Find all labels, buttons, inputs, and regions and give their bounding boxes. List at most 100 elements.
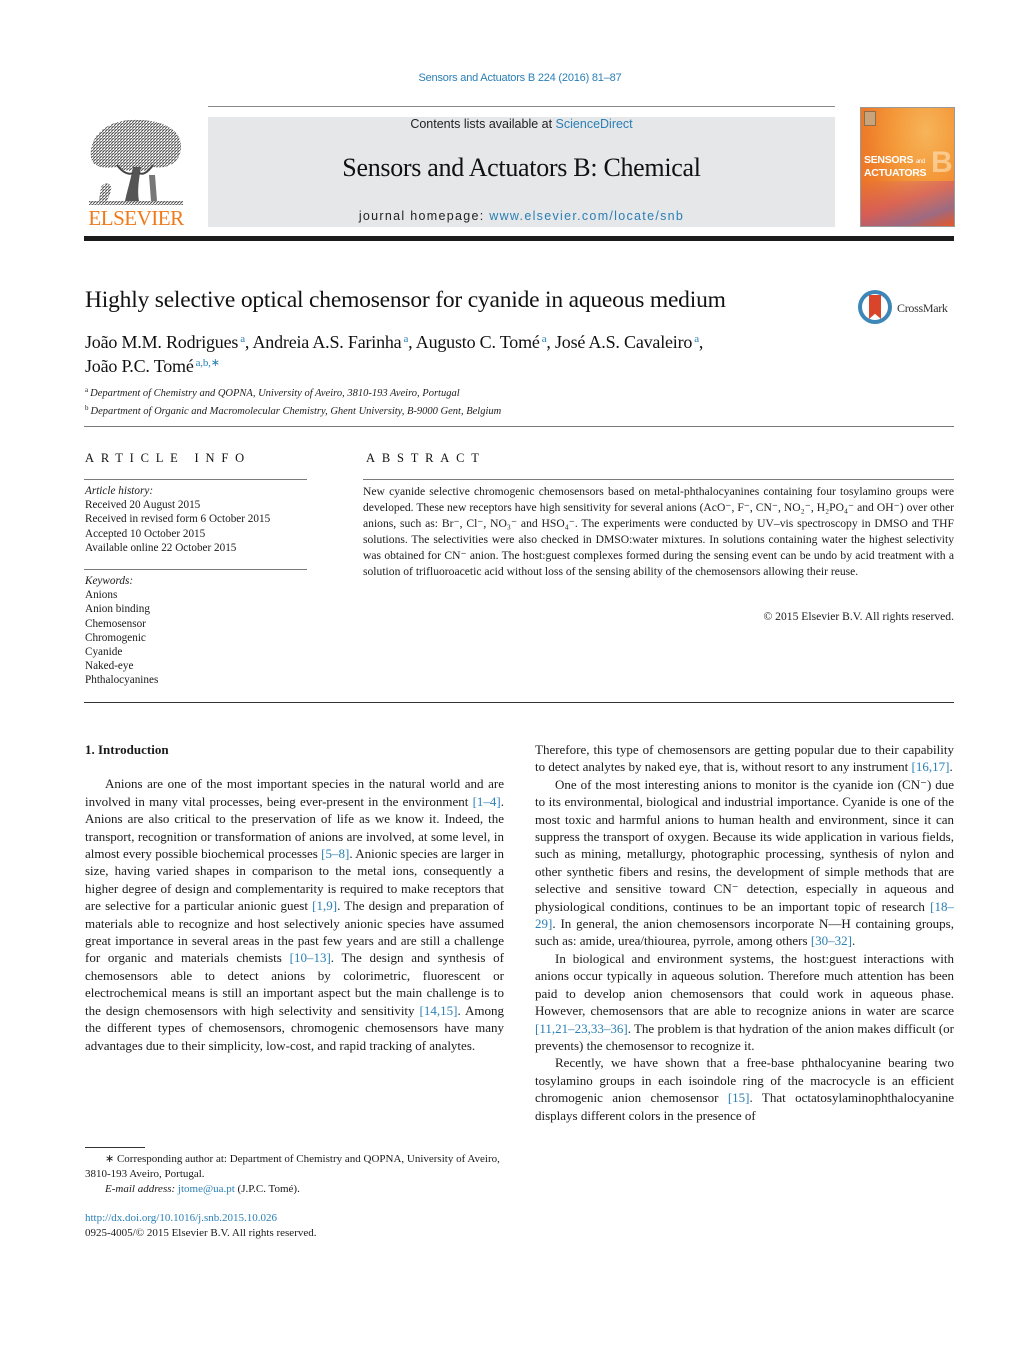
corresponding-note: ∗ Corresponding author at: Department of… (85, 1152, 505, 1182)
elsevier-wordmark: ELSEVIER (88, 206, 184, 230)
body-paragraph: Anions are one of the most important spe… (85, 776, 504, 1053)
footnote-divider (85, 1147, 145, 1148)
keyword: Anion binding (85, 603, 150, 616)
article-info-heading: ARTICLE INFO (85, 451, 251, 465)
cover-letter: B (931, 146, 953, 179)
cover-publisher-badge-icon (864, 111, 876, 126)
journal-title: Sensors and Actuators B: Chemical (342, 153, 701, 182)
journal-homepage-link[interactable]: www.elsevier.com/locate/snb (489, 209, 684, 223)
footnote-text: Corresponding author at: Department of C… (85, 1153, 500, 1180)
citation-link[interactable]: [1,9] (312, 898, 337, 913)
author[interactable]: Augusto C. Tomé a (416, 332, 547, 352)
cover-title-and: and (915, 159, 925, 165)
author-separator: , (546, 332, 555, 352)
author-affiliation-link[interactable]: a,b,∗ (196, 357, 220, 369)
body-divider (84, 702, 954, 703)
affiliation-text: Department of Organic and Macromolecular… (90, 406, 502, 417)
keywords-label: Keywords: (85, 575, 134, 587)
doi-block: http://dx.doi.org/10.1016/j.snb.2015.10.… (85, 1211, 317, 1241)
author[interactable]: João M.M. Rodrigues a (85, 332, 245, 352)
author[interactable]: José A.S. Cavaleiro a (555, 332, 699, 352)
footnote-marker: ∗ (105, 1153, 115, 1165)
author[interactable]: Andreia A.S. Farinha a (253, 332, 409, 352)
contents-prefix: Contents lists available at (410, 117, 556, 131)
keyword: Cyanide (85, 646, 123, 659)
keyword: Phthalocyanines (85, 674, 159, 687)
keyword: Chromogenic (85, 631, 146, 644)
author-name: Augusto C. Tomé (415, 332, 540, 352)
history-entry: Available online 22 October 2015 (85, 541, 237, 554)
left-paragraphs: Anions are one of the most important spe… (85, 775, 504, 1054)
author-separator: , (408, 332, 416, 352)
keywords-divider (84, 569, 307, 570)
sciencedirect-link[interactable]: ScienceDirect (556, 117, 633, 131)
body-paragraph: Recently, we have shown that a free-base… (535, 1055, 954, 1123)
corresponding-author-footnote: ∗ Corresponding author at: Department of… (85, 1152, 505, 1197)
citation-link[interactable]: [10–13] (290, 950, 331, 965)
author-name: José A.S. Cavaleiro (555, 332, 693, 352)
right-paragraphs: Therefore, this type of chemosensors are… (535, 741, 954, 1124)
author-name: Andreia A.S. Farinha (252, 332, 402, 352)
article-info-divider (84, 479, 307, 480)
crossmark-button[interactable]: CrossMark (858, 290, 958, 330)
keywords-list: Keywords: Anions Anion binding Chemosens… (85, 574, 158, 688)
author-separator: , (698, 332, 704, 352)
article-history-label: Article history: (85, 485, 154, 497)
section-heading: 1. Introduction (85, 742, 169, 757)
homepage-prefix: journal homepage: (358, 209, 490, 223)
header-thick-divider (84, 236, 954, 241)
body-column-left: 1. Introduction Anions are one of the mo… (85, 741, 504, 1054)
cover-artwork (861, 181, 954, 226)
article-history: Article history: Received 20 August 2015… (85, 484, 270, 555)
contents-line: Contents lists available at ScienceDirec… (208, 117, 835, 131)
crossmark-icon (858, 290, 892, 324)
author-separator: , (244, 332, 253, 352)
article-title: Highly selective optical chemosensor for… (85, 287, 726, 313)
body-paragraph: One of the most interesting anions to mo… (535, 776, 954, 949)
elsevier-logo[interactable]: ELSEVIER (85, 117, 187, 230)
abstract-heading: ABSTRACT (366, 451, 486, 465)
affiliation: b Department of Organic and Macromolecula… (85, 401, 501, 419)
keyword: Chemosensor (85, 617, 146, 630)
journal-cover-image[interactable]: B SENSORS and ACTUATORS (860, 107, 955, 227)
citation-link[interactable]: [5–8] (321, 846, 349, 861)
header-divider (208, 106, 835, 107)
abstract-text: New cyanide selective chromogenic chemos… (363, 485, 954, 579)
email-label: E-mail address: (105, 1183, 176, 1195)
elsevier-tree-icon (89, 119, 183, 205)
doi-link[interactable]: http://dx.doi.org/10.1016/j.snb.2015.10.… (85, 1212, 277, 1224)
citation-link[interactable]: [11,21–23,33–36] (535, 1021, 628, 1036)
journal-citation-link[interactable]: Sensors and Actuators B 224 (2016) 81–87 (0, 72, 1020, 84)
affiliation: a Department of Chemistry and QOPNA, Univ… (85, 383, 501, 401)
email-note: E-mail address: jtome@ua.pt (J.P.C. Tomé… (85, 1182, 505, 1197)
affiliation-divider (84, 426, 954, 427)
author[interactable]: João P.C. Tomé a,b,∗ (85, 356, 220, 376)
homepage-line: journal homepage: www.elsevier.com/locat… (208, 209, 835, 223)
body-column-right: Therefore, this type of chemosensors are… (535, 741, 954, 1124)
affiliation-text: Department of Chemistry and QOPNA, Unive… (90, 388, 460, 399)
citation-link[interactable]: [18–29] (535, 899, 954, 931)
affiliation-key: b (85, 404, 89, 412)
citation-link[interactable]: [16,17] (912, 759, 950, 774)
citation-link[interactable]: [14,15] (420, 1003, 458, 1018)
citation-link[interactable]: [15] (728, 1090, 750, 1105)
email-suffix: (J.P.C. Tomé). (234, 1183, 300, 1195)
body-paragraph: Therefore, this type of chemosensors are… (535, 742, 954, 775)
issn-line: 0925-4005/© 2015 Elsevier B.V. All right… (85, 1227, 317, 1239)
journal-banner: Contents lists available at ScienceDirec… (208, 117, 835, 227)
cover-title: SENSORS and ACTUATORS (864, 154, 927, 179)
abstract-divider (363, 479, 954, 480)
citation-link[interactable]: [30–32] (811, 933, 852, 948)
affiliations: a Department of Chemistry and QOPNA, Univ… (85, 383, 501, 419)
history-entry: Received 20 August 2015 (85, 499, 201, 512)
abstract-copyright: © 2015 Elsevier B.V. All rights reserved… (763, 610, 954, 623)
cover-title-line2: ACTUATORS (864, 167, 927, 179)
cover-title-line1: SENSORS (864, 154, 914, 166)
history-entry: Accepted 10 October 2015 (85, 527, 206, 540)
author-name: João M.M. Rodrigues (85, 332, 239, 352)
email-link[interactable]: jtome@ua.pt (178, 1183, 235, 1195)
citation-link[interactable]: [1–4] (473, 794, 501, 809)
crossmark-label: CrossMark (897, 301, 948, 315)
history-entry: Received in revised form 6 October 2015 (85, 513, 271, 526)
author-name: João P.C. Tomé (85, 356, 194, 376)
